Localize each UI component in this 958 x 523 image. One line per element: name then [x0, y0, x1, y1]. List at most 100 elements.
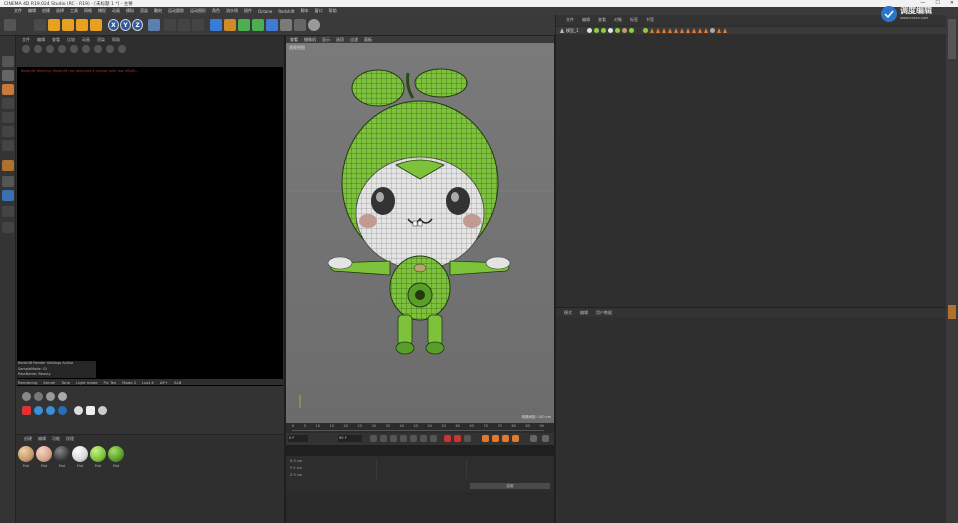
timeline-menu-icon[interactable] [542, 435, 549, 442]
menu-render[interactable]: 渲染 [140, 8, 148, 14]
menu-window[interactable]: 窗口 [315, 8, 323, 14]
points-mode-icon[interactable] [2, 112, 14, 123]
obj-menu-view[interactable]: 查看 [598, 17, 606, 23]
snap-icon[interactable] [2, 176, 14, 187]
material-menu-edit[interactable]: 编辑 [38, 436, 46, 442]
locked-workplane-icon[interactable] [2, 190, 14, 201]
make-editable-icon[interactable] [2, 56, 14, 67]
previous-key-icon[interactable] [380, 435, 387, 442]
selection-tag-icon[interactable] [716, 28, 721, 33]
material-tag-icon[interactable] [607, 28, 613, 33]
menu-snap[interactable]: 捕捉 [98, 8, 106, 14]
obj-menu-tags[interactable]: 标签 [630, 17, 638, 23]
selection-tag-icon[interactable] [679, 28, 684, 33]
next-key-icon[interactable] [420, 435, 427, 442]
key-rotation-icon[interactable] [502, 435, 509, 442]
selection-tag-icon[interactable] [649, 28, 654, 33]
menu-help[interactable]: 帮助 [329, 8, 337, 14]
visibility-icon[interactable] [586, 28, 592, 33]
floor-icon[interactable] [280, 19, 292, 31]
texture-mode-icon[interactable] [2, 84, 14, 95]
tab-ap[interactable]: AP+ [160, 380, 168, 385]
coord-y[interactable]: Y 0 cm [290, 466, 302, 471]
coordinate-system-icon[interactable] [148, 19, 160, 31]
sky-icon[interactable] [34, 392, 43, 401]
material-menu-function[interactable]: 功能 [52, 436, 60, 442]
perspective-viewport[interactable]: 透视视图 网格间距: 100 cm [286, 43, 554, 423]
viewport-menu-camera[interactable]: 摄像机 [304, 37, 316, 43]
selection-tag-icon[interactable] [703, 28, 708, 33]
material-tag-icon[interactable] [642, 28, 648, 33]
rotate-icon[interactable] [90, 19, 102, 31]
tab-tone[interactable]: Tone [61, 380, 70, 385]
menu-redshift[interactable]: Redshift [278, 9, 294, 14]
current-frame-field[interactable]: 0 F [288, 435, 308, 442]
apply-button[interactable]: 应用 [470, 483, 550, 489]
selection-tag-icon[interactable] [722, 28, 727, 33]
coord-z[interactable]: Z 0 cm [290, 473, 302, 478]
cube-icon[interactable] [210, 19, 222, 31]
menu-edit[interactable]: 编辑 [28, 8, 36, 14]
key-scale-icon[interactable] [492, 435, 499, 442]
tab-light-mode[interactable]: Light mode [76, 380, 97, 385]
live-select-icon[interactable] [48, 19, 60, 31]
planar-icon[interactable] [2, 222, 14, 233]
expand-icon[interactable] [560, 28, 564, 33]
model-mode-icon[interactable] [2, 70, 14, 81]
material-swatch[interactable] [90, 446, 106, 462]
phong-tag-icon[interactable] [709, 28, 715, 33]
card-icon[interactable] [86, 406, 95, 415]
next-frame-icon[interactable] [410, 435, 417, 442]
viewer-menu-compare[interactable]: 比较 [67, 37, 75, 43]
timeline-options-icon[interactable] [530, 435, 537, 442]
edges-mode-icon[interactable] [2, 126, 14, 137]
camera-icon[interactable] [294, 19, 306, 31]
material-swatch[interactable] [36, 446, 52, 462]
pause-icon[interactable] [46, 45, 54, 53]
y-axis-toggle[interactable]: Y [120, 19, 131, 31]
menu-simulate[interactable]: 模拟 [126, 8, 134, 14]
viewport-menu-options[interactable]: 选项 [336, 37, 344, 43]
selection-tag-icon[interactable] [691, 28, 696, 33]
enable-axis-icon[interactable] [2, 160, 14, 171]
render-settings-icon[interactable] [192, 19, 204, 31]
object-name[interactable]: 模型_1 [566, 28, 579, 34]
objects-side-tab[interactable] [948, 19, 956, 59]
viewport-menu-panel[interactable]: 面板 [364, 37, 372, 43]
menu-sculpt[interactable]: 雕刻 [154, 8, 162, 14]
x-axis-toggle[interactable]: X [108, 19, 119, 31]
solo-icon[interactable] [2, 206, 14, 217]
menu-motion-tracker[interactable]: 运动跟踪 [168, 8, 184, 14]
selection-tag-icon[interactable] [655, 28, 660, 33]
material-menu-texture[interactable]: 纹理 [66, 436, 74, 442]
stop-icon[interactable] [34, 45, 42, 53]
workplane-icon[interactable] [2, 98, 14, 109]
menu-tools[interactable]: 工具 [70, 8, 78, 14]
attr-menu-user-data[interactable]: 用户数据 [596, 310, 612, 316]
go-to-end-icon[interactable] [430, 435, 437, 442]
menu-create[interactable]: 创建 [42, 8, 50, 14]
material-tag-icon[interactable] [600, 28, 606, 33]
obj-menu-object[interactable]: 对象 [614, 17, 622, 23]
select-arrow-icon[interactable] [34, 19, 46, 31]
menu-select[interactable]: 选择 [56, 8, 64, 14]
tab-kernel[interactable]: Kernel [43, 380, 55, 385]
viewer-menu-render[interactable]: 渲染 [97, 37, 105, 43]
moon-icon[interactable] [58, 406, 67, 415]
render-picture-viewer-icon[interactable] [178, 19, 190, 31]
material-swatch[interactable] [54, 446, 70, 462]
key-parameter-icon[interactable] [512, 435, 519, 442]
selection-tag-icon[interactable] [673, 28, 678, 33]
polygons-mode-icon[interactable] [2, 140, 14, 151]
tab-pic-tex[interactable]: Pic Tex [104, 380, 117, 385]
snapshot-icon[interactable] [58, 45, 66, 53]
menu-script[interactable]: 脚本 [301, 8, 309, 14]
material-tag-icon[interactable] [621, 28, 627, 33]
tab-mode-2[interactable]: Mode 2 [122, 380, 136, 385]
close-button[interactable]: ✕ [950, 0, 954, 6]
timeline[interactable]: 0 5 10 15 20 25 30 35 40 45 50 55 60 65 … [286, 423, 554, 433]
area-light-icon[interactable] [58, 392, 67, 401]
download-icon[interactable] [98, 406, 107, 415]
attributes-side-tab[interactable] [948, 305, 956, 319]
record-key-icon[interactable] [444, 435, 451, 442]
